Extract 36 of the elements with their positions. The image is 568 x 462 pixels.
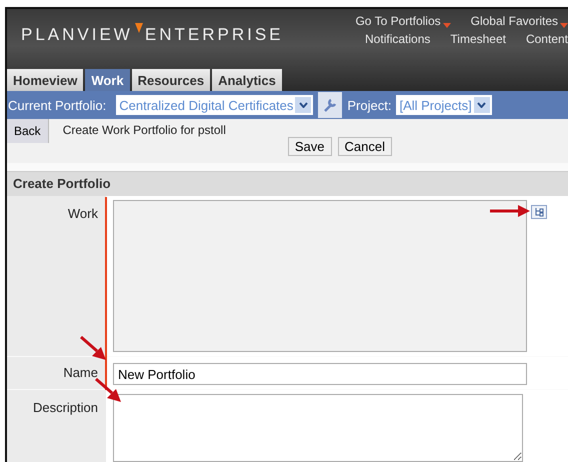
arrow-icon	[80, 336, 106, 360]
field-label: Name	[63, 365, 98, 380]
form-button[interactable]: Save	[288, 137, 332, 156]
form-button[interactable]: Cancel	[338, 137, 392, 156]
menu-link[interactable]: Global Favorites	[470, 14, 568, 28]
menu-link[interactable]: Go To Portfolios	[355, 14, 451, 28]
page-title: Create Work Portfolio for pstoll	[62, 122, 226, 137]
description-field[interactable]	[113, 394, 523, 462]
chevron-icon	[298, 102, 308, 108]
tab[interactable]: Work	[85, 69, 130, 91]
tab[interactable]: Homeview	[7, 69, 84, 91]
triangle-icon	[134, 23, 143, 33]
menu-link[interactable]: Timesheet	[450, 32, 506, 46]
hierarchy-button[interactable]	[531, 205, 547, 219]
arrow-icon	[490, 205, 530, 217]
name-field[interactable]: New Portfolio	[113, 363, 527, 385]
menu-link[interactable]: Content	[526, 32, 568, 46]
project-select[interactable]: [All Projects]	[396, 95, 492, 115]
field-label: Description	[32, 400, 98, 415]
project-label: Project:	[347, 98, 392, 112]
field-label: Work	[68, 206, 98, 221]
section-header: Create Portfolio	[7, 171, 568, 196]
work-list-field[interactable]	[113, 200, 527, 352]
tab[interactable]: Analytics	[212, 69, 282, 91]
logo-text: PLANVIEW	[21, 25, 133, 45]
portfolio-label: Current Portfolio:	[8, 98, 106, 112]
wrench-button[interactable]	[318, 92, 342, 118]
hierarchy-icon	[534, 207, 544, 217]
portfolio-select[interactable]: Centralized Digital Certificates	[116, 95, 314, 115]
arrow-icon	[95, 378, 121, 402]
tab[interactable]: Resources	[132, 69, 210, 91]
menu-link[interactable]: Notifications	[365, 32, 430, 46]
chevron-icon	[477, 102, 486, 108]
back-button[interactable]: Back	[7, 119, 49, 143]
logo-text: ENTERPRISE	[144, 25, 284, 45]
wrench-icon	[322, 97, 338, 113]
